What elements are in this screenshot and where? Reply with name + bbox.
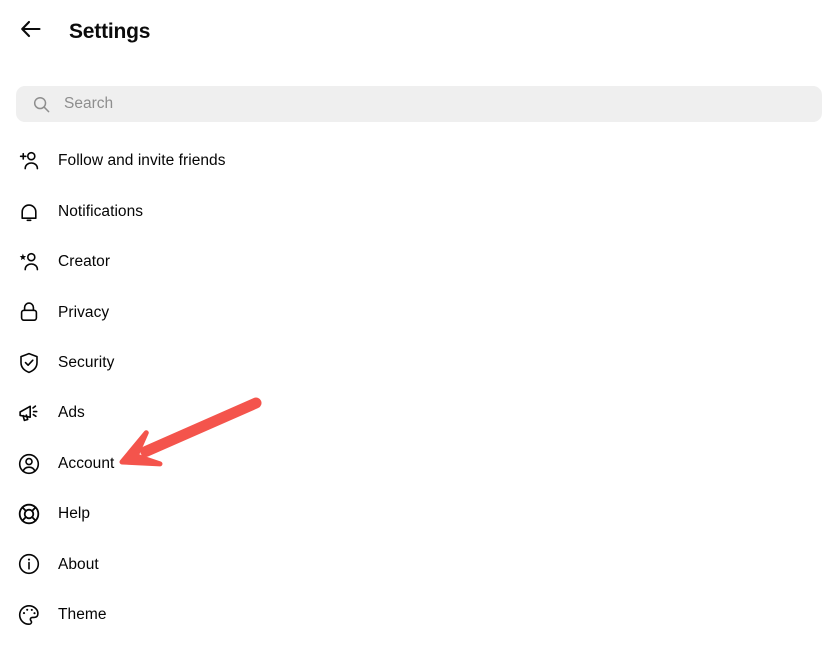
megaphone-icon	[16, 400, 42, 426]
menu-item-label: Account	[58, 454, 115, 472]
menu-item-privacy[interactable]: Privacy	[0, 287, 839, 337]
menu-item-ads[interactable]: Ads	[0, 388, 839, 438]
menu-item-label: About	[58, 555, 99, 573]
header: Settings	[0, 0, 839, 62]
menu-item-theme[interactable]: Theme	[0, 590, 839, 640]
menu-item-label: Ads	[58, 404, 85, 422]
menu-item-help[interactable]: Help	[0, 489, 839, 539]
person-plus-icon	[16, 148, 42, 174]
menu-item-creator[interactable]: Creator	[0, 237, 839, 287]
person-star-icon	[16, 249, 42, 275]
arrow-left-icon	[18, 16, 44, 47]
menu-item-security[interactable]: Security	[0, 338, 839, 388]
menu-item-label: Privacy	[58, 303, 110, 321]
menu-item-notifications[interactable]: Notifications	[0, 186, 839, 236]
account-circle-icon	[16, 451, 42, 477]
search-icon	[33, 96, 50, 113]
palette-icon	[16, 602, 42, 628]
menu-item-about[interactable]: About	[0, 539, 839, 589]
menu-item-account[interactable]: Account	[0, 438, 839, 488]
settings-menu-list: Follow and invite friends Notifications …	[0, 136, 839, 640]
menu-item-label: Security	[58, 354, 115, 371]
page-title: Settings	[69, 19, 151, 43]
back-button[interactable]	[11, 11, 51, 51]
bell-icon	[16, 199, 42, 225]
search-bar[interactable]	[16, 86, 822, 122]
menu-item-label: Follow and invite friends	[58, 152, 226, 170]
shield-check-icon	[16, 350, 42, 376]
lock-icon	[16, 299, 42, 325]
menu-item-label: Help	[58, 505, 91, 523]
menu-item-label: Creator	[58, 253, 111, 271]
menu-item-label: Theme	[58, 605, 107, 623]
info-circle-icon	[16, 551, 42, 577]
menu-item-label: Notifications	[58, 202, 144, 220]
search-input[interactable]	[64, 92, 808, 116]
lifebuoy-icon	[16, 501, 42, 527]
menu-item-follow-and-invite-friends[interactable]: Follow and invite friends	[0, 136, 839, 186]
